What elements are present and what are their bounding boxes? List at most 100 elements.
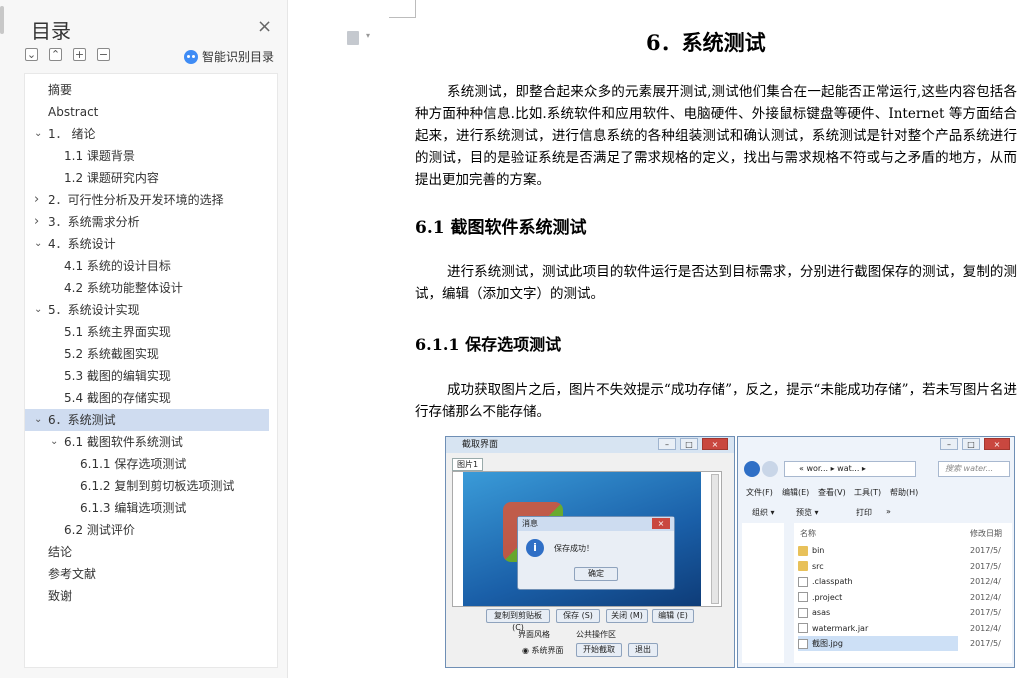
dropdown-caret-icon[interactable]: ▾: [366, 31, 370, 40]
chevron-down-icon[interactable]: ⌄: [34, 123, 42, 145]
toc-item-label: Abstract: [48, 105, 99, 119]
explorer-toolbar-item: 预览 ▾: [796, 508, 819, 517]
toc-item-label: 5.4 截图的存储实现: [64, 391, 171, 405]
toc-item-label: 5.1 系统主界面实现: [64, 325, 171, 339]
close-icon[interactable]: ×: [257, 18, 272, 36]
toc-item[interactable]: 5.3 截图的编辑实现: [25, 365, 277, 387]
paragraph-test: 进行系统测试，测试此项目的软件运行是否达到目标需求，分别进行截图保存的测试，复制…: [415, 264, 1017, 302]
toc-item[interactable]: Abstract: [25, 101, 277, 123]
toc-item[interactable]: 6.1.2 复制到剪切板选项测试: [25, 475, 277, 497]
chevron-right-icon[interactable]: ›: [34, 189, 39, 211]
heading-2: 6.1 截图软件系统测试: [415, 218, 587, 238]
file-row: watermark.jar 2012/4/: [798, 621, 1001, 636]
toc-item[interactable]: 1.2 课题研究内容: [25, 167, 277, 189]
file-date: 2012/4/: [970, 592, 1001, 602]
canvas-scrollbar: [711, 474, 719, 604]
toc-item-label: 结论: [48, 545, 73, 559]
toc-item[interactable]: 6.2 测试评价: [25, 519, 277, 541]
explorer-window: – □ × « wor... ▸ wat... ▸ 搜索 water... 文件…: [737, 436, 1015, 668]
toc-item[interactable]: 1.1 课题背景: [25, 145, 277, 167]
exit-button: 退出: [628, 643, 658, 657]
toc-item-label: 3．系统需求分析: [48, 215, 140, 229]
smart-toc-label: 智能识别目录: [202, 50, 275, 64]
toc-item[interactable]: 摘要: [25, 79, 277, 101]
close-icon: ×: [702, 438, 728, 450]
toc-item[interactable]: 结论: [25, 541, 277, 563]
app-action-button: 关闭 (M): [606, 609, 648, 623]
file-name: 截图.jpg: [812, 639, 843, 648]
scrollbar-thumb[interactable]: [0, 6, 4, 34]
toc-item-label: 5．系统设计实现: [48, 303, 140, 317]
embedded-screenshot: 截取界面 – □ × 图片1 消息 × i 保存成功！ 确定 复制到剪贴板 (C…: [445, 436, 1015, 670]
app-title: 截取界面: [462, 440, 499, 450]
common-area-label: 公共操作区: [576, 630, 616, 639]
toc-item-label: 6．系统测试: [48, 413, 116, 427]
toc-item[interactable]: ⌄ 6．系统测试: [25, 409, 269, 431]
start-capture-button: 开始截取: [576, 643, 622, 657]
dialog-message: 保存成功！: [554, 544, 594, 553]
toc-item[interactable]: 致谢: [25, 585, 277, 607]
back-icon: [744, 461, 760, 477]
expand-all-icon[interactable]: ⌃: [49, 48, 62, 61]
chevron-down-icon[interactable]: ⌄: [50, 431, 58, 453]
explorer-toolbar-item: 组织 ▾: [752, 508, 775, 517]
toc-item-label: 致谢: [48, 589, 73, 603]
toc-item[interactable]: ⌄ 1． 绪论: [25, 123, 277, 145]
toc-item[interactable]: 6.1.3 编辑选项测试: [25, 497, 277, 519]
remove-heading-icon[interactable]: −: [97, 48, 110, 61]
toc-item[interactable]: 4.1 系统的设计目标: [25, 255, 277, 277]
column-date: 修改日期: [970, 529, 1002, 538]
explorer-toolbar-item: 打印: [856, 508, 872, 517]
file-row: bin 2017/5/: [798, 543, 1001, 558]
file-row: src 2017/5/: [798, 559, 1001, 574]
toc-item-label: 4.1 系统的设计目标: [64, 259, 171, 273]
toc-title: 目录: [31, 19, 71, 43]
toc-list: 摘要 Abstract ⌄ 1． 绪论 1.1 课题背景 1.2 课题研究内容 › 2．可行性…: [24, 73, 278, 668]
chevron-down-icon[interactable]: ⌄: [34, 409, 42, 431]
toc-item[interactable]: 5.4 截图的存储实现: [25, 387, 277, 409]
explorer-menu-item: 编辑(E): [782, 488, 810, 497]
app-action-button: 编辑 (E): [652, 609, 694, 623]
chevron-right-icon[interactable]: ›: [34, 211, 39, 233]
page-corner-mark: [389, 0, 416, 18]
chevron-down-icon[interactable]: ⌄: [34, 233, 42, 255]
file-name: .project: [812, 592, 843, 602]
add-heading-icon[interactable]: +: [73, 48, 86, 61]
collapse-all-icon[interactable]: ⌄: [25, 48, 38, 61]
toc-item-label: 参考文献: [48, 567, 97, 581]
heading-3: 6.1.1 保存选项测试: [415, 335, 562, 354]
document-area: ▾ 6．系统测试 系统测试，即整合起来众多的元素展开测试,测试他们集合在一起能否…: [289, 0, 1025, 678]
file-row: asas 2017/5/: [798, 605, 1001, 620]
toc-item[interactable]: ⌄ 6.1 截图软件系统测试: [25, 431, 277, 453]
toc-item[interactable]: ⌄ 5．系统设计实现: [25, 299, 277, 321]
toc-item[interactable]: › 2．可行性分析及开发环境的选择: [25, 189, 277, 211]
file-date: 2017/5/: [970, 561, 1001, 571]
toc-item[interactable]: 4.2 系统功能整体设计: [25, 277, 277, 299]
file-date: 2012/4/: [970, 577, 1001, 586]
explorer-titlebar: – □ ×: [738, 437, 1014, 453]
minimize-icon: –: [658, 438, 676, 450]
explorer-titlebar-inner: – □ ×: [738, 437, 1014, 453]
file-icon: [798, 576, 808, 587]
heading-1: 6．系统测试: [646, 30, 766, 55]
toc-item[interactable]: 5.1 系统主界面实现: [25, 321, 277, 343]
file-name: src: [812, 561, 824, 571]
image-tab: 图片1: [452, 458, 484, 471]
address-bar: « wor... ▸ wat... ▸: [784, 461, 916, 477]
file-icon: [798, 607, 808, 618]
document-icon[interactable]: [347, 31, 359, 45]
smart-toc-button[interactable]: 智能识别目录: [184, 48, 274, 65]
toc-item[interactable]: 5.2 系统截图实现: [25, 343, 277, 365]
toc-item[interactable]: 6.1.1 保存选项测试: [25, 453, 277, 475]
toc-item[interactable]: › 3．系统需求分析: [25, 211, 277, 233]
toc-item[interactable]: 参考文献: [25, 563, 277, 585]
toc-item[interactable]: ⌄ 4．系统设计: [25, 233, 277, 255]
app-titlebar: 截取界面 – □ ×: [446, 437, 734, 453]
file-icon: [798, 638, 808, 649]
explorer-toolbar-item: »: [886, 507, 891, 516]
file-date: 2012/4/: [970, 623, 1001, 633]
toc-item-label: 6.1.1 保存选项测试: [80, 457, 187, 471]
chevron-down-icon[interactable]: ⌄: [34, 299, 42, 321]
explorer-menu-item: 文件(F): [746, 488, 773, 497]
nav-pane: [742, 523, 784, 663]
